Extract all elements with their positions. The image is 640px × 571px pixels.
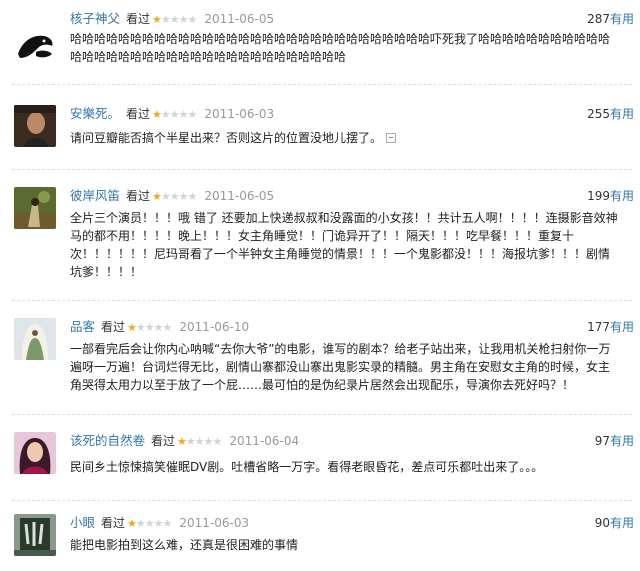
review-text: 哈哈哈哈哈哈哈哈哈哈哈哈哈哈哈哈哈哈哈哈哈哈哈哈哈哈哈哈哈哈吓死我了哈哈哈哈哈哈…	[70, 32, 611, 64]
useful-button[interactable]: 有用	[610, 432, 634, 450]
rating-star-icon: ★	[162, 517, 173, 530]
review-date: 2011-06-04	[229, 434, 300, 448]
username-link[interactable]: 该死的自然卷	[70, 433, 145, 448]
rating-star-icon: ★	[187, 13, 198, 26]
useful-count: 177	[587, 320, 610, 334]
review-header: 核子神父 看过 ★★★★★ 2011-06-05	[70, 10, 274, 28]
username-link[interactable]: 核子神父	[70, 11, 120, 26]
rating-star-icon: ★	[127, 517, 137, 530]
rating-star-icon: ★	[160, 190, 171, 203]
avatar[interactable]	[14, 24, 56, 66]
rating-stars: ★★★★★	[152, 190, 198, 203]
review-date: 2011-06-10	[179, 320, 250, 334]
useful-count: 90	[594, 516, 610, 530]
rating-stars: ★★★★★	[177, 435, 223, 448]
useful-button[interactable]: 有用	[610, 514, 634, 532]
divider	[12, 300, 632, 301]
useful-count: 97	[594, 434, 610, 448]
useful-count: 287	[587, 12, 610, 26]
watched-label: 看过	[126, 107, 151, 121]
review-header: 品客 看过 ★★★★★ 2011-06-10	[70, 318, 249, 336]
username-link[interactable]: 小眼	[70, 515, 95, 530]
watched-label: 看过	[126, 189, 151, 203]
review-text: 全片三个演员！！！哦 错了 还要加上快递叔叔和没露面的小女孩！！共计五人啊！！！…	[70, 211, 618, 279]
rating-star-icon: ★	[144, 321, 155, 334]
watched-label: 看过	[101, 320, 126, 334]
rating-star-icon: ★	[169, 190, 180, 203]
rating-star-icon: ★	[152, 190, 162, 203]
rating-star-icon: ★	[152, 108, 162, 121]
rating-star-icon: ★	[135, 321, 146, 334]
rating-stars: ★★★★★	[127, 517, 173, 530]
rating-star-icon: ★	[135, 517, 146, 530]
review-date: 2011-06-03	[179, 516, 250, 530]
rating-star-icon: ★	[178, 108, 189, 121]
rating-star-icon: ★	[169, 108, 180, 121]
avatar[interactable]	[14, 318, 56, 360]
rating-star-icon: ★	[160, 13, 171, 26]
rating-star-icon: ★	[127, 321, 137, 334]
rating-star-icon: ★	[153, 321, 164, 334]
divider	[12, 414, 632, 415]
rating-star-icon: ★	[160, 108, 171, 121]
review-text: 一部看完后会让你内心呐喊“去你大爷”的电影，谁写的剧本？给老子站出来，让我用机关…	[70, 342, 611, 392]
expand-icon[interactable]	[386, 133, 397, 143]
rating-stars: ★★★★★	[152, 108, 198, 121]
divider	[12, 500, 632, 501]
avatar[interactable]	[14, 105, 56, 147]
review-date: 2011-06-05	[204, 12, 275, 26]
watched-label: 看过	[126, 12, 151, 26]
review-header: 彼岸风笛 看过 ★★★★★ 2011-06-05	[70, 187, 274, 205]
review-text: 能把电影拍到这么难，还真是很困难的事情	[70, 538, 299, 552]
username-link[interactable]: 安樂死。	[70, 106, 120, 121]
rating-star-icon: ★	[212, 435, 223, 448]
watched-label: 看过	[151, 434, 176, 448]
avatar[interactable]	[14, 187, 56, 229]
review-date: 2011-06-05	[204, 189, 275, 203]
review-date: 2011-06-03	[204, 107, 275, 121]
useful-button[interactable]: 有用	[610, 187, 634, 205]
rating-star-icon: ★	[185, 435, 196, 448]
useful-button[interactable]: 有用	[610, 318, 634, 336]
rating-star-icon: ★	[178, 190, 189, 203]
useful-count: 199	[587, 189, 610, 203]
review-header: 安樂死。 看过 ★★★★★ 2011-06-03	[70, 105, 274, 123]
avatar[interactable]	[14, 432, 56, 474]
rating-star-icon: ★	[169, 13, 180, 26]
useful-button[interactable]: 有用	[610, 10, 634, 28]
watched-label: 看过	[101, 516, 126, 530]
rating-star-icon: ★	[178, 13, 189, 26]
review-text: 民间乡土惊悚搞笑催眠DV剧。吐槽省略一万字。看得老眼昏花，差点可乐都吐出来了。。…	[70, 460, 544, 474]
rating-star-icon: ★	[153, 517, 164, 530]
rating-stars: ★★★★★	[127, 321, 173, 334]
review-header: 该死的自然卷 看过 ★★★★★ 2011-06-04	[70, 432, 299, 450]
useful-button[interactable]: 有用	[610, 105, 634, 123]
rating-star-icon: ★	[203, 435, 214, 448]
rating-star-icon: ★	[187, 108, 198, 121]
rating-star-icon: ★	[177, 435, 187, 448]
username-link[interactable]: 彼岸风笛	[70, 188, 120, 203]
username-link[interactable]: 品客	[70, 319, 95, 334]
rating-star-icon: ★	[187, 190, 198, 203]
rating-star-icon: ★	[152, 13, 162, 26]
useful-count: 255	[587, 107, 610, 121]
rating-star-icon: ★	[194, 435, 205, 448]
rating-stars: ★★★★★	[152, 13, 198, 26]
avatar[interactable]	[14, 514, 56, 556]
review-header: 小眼 看过 ★★★★★ 2011-06-03	[70, 514, 249, 532]
divider	[12, 84, 632, 85]
rating-star-icon: ★	[162, 321, 173, 334]
divider	[12, 169, 632, 170]
rating-star-icon: ★	[144, 517, 155, 530]
review-text: 请问豆瓣能否搞个半星出来？否则这片的位置没地儿摆了。	[70, 129, 620, 147]
